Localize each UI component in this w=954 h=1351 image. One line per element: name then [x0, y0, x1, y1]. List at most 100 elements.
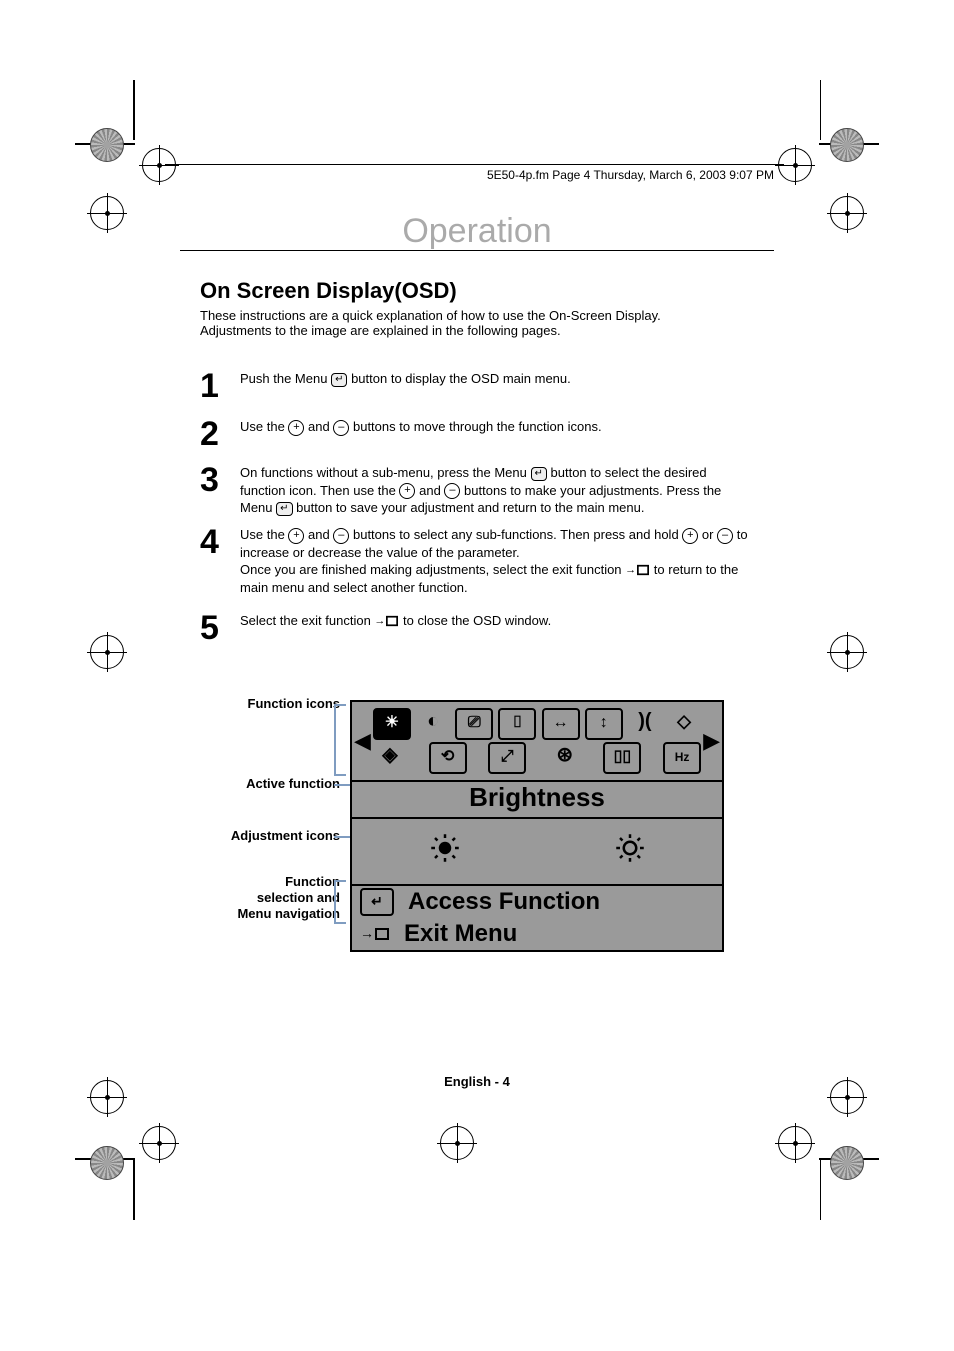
recall-icon: ⊛ [548, 742, 582, 770]
enter-key-icon: ↵ [531, 467, 547, 481]
registration-mark-icon [90, 196, 124, 230]
step-text: Use the [240, 527, 288, 542]
trapezoid-icon: ◇ [667, 708, 701, 736]
minus-button-icon: – [444, 483, 460, 499]
minus-button-icon: – [717, 528, 733, 544]
step-text: and [308, 527, 333, 542]
exit-osd-icon: → [374, 614, 399, 629]
pincushion-icon: )( [628, 708, 662, 736]
right-arrow-icon: ▶ [703, 728, 720, 754]
step-1: 1 Push the Menu ↵ button to display the … [200, 370, 754, 388]
step-number: 5 [200, 606, 219, 652]
section-title: Operation [180, 212, 774, 251]
osd-window: ◀ ☀ ◐ ⎚ ⌷ ↔ ↕ )( ◇ ◈ ⟲ ⤢ ⊛ ▯▯ Hz ▶ [350, 700, 724, 952]
print-circle-icon [830, 1146, 864, 1180]
print-circle-icon [90, 1146, 124, 1180]
page-footer: English - 4 [0, 1074, 954, 1089]
step-text: and [308, 419, 333, 434]
callout-line [334, 784, 350, 786]
step-text: Select the exit function [240, 613, 374, 628]
label-function-icons: Function icons [248, 696, 340, 711]
step-text: Use the [240, 419, 288, 434]
registration-mark-icon [778, 1126, 812, 1160]
osd-active-function: Brightness [352, 782, 722, 819]
step-text: buttons to move through the function ico… [353, 419, 602, 434]
enter-key-icon: ↵ [276, 502, 292, 516]
registration-mark-icon [830, 635, 864, 669]
step-5: 5 Select the exit function → to close th… [200, 612, 754, 630]
step-text: to close the OSD window. [403, 613, 551, 628]
brightness-low-icon [615, 833, 645, 870]
step-number: 2 [200, 412, 219, 458]
left-arrow-icon: ◀ [354, 728, 371, 754]
plus-button-icon: + [399, 483, 415, 499]
step-text: button to display the OSD main menu. [351, 371, 571, 386]
osd-nav-exit: → Exit Menu [352, 918, 722, 950]
doc-header-line: 5E50-4p.fm Page 4 Thursday, March 6, 200… [487, 168, 774, 182]
page-title: On Screen Display(OSD) [200, 278, 457, 304]
plus-button-icon: + [288, 420, 304, 436]
zoom-icon: ⤢ [488, 742, 526, 774]
registration-mark-icon [142, 148, 176, 182]
crop-mark [133, 80, 135, 140]
h-position-icon: ⎚ [455, 708, 493, 740]
h-size-icon: ↔ [542, 708, 580, 740]
enter-key-icon: ↵ [331, 373, 347, 387]
exit-osd-icon: → [360, 922, 390, 946]
step-3: 3 On functions without a sub-menu, press… [200, 464, 754, 517]
step-text: Once you are finished making adjustments… [240, 562, 625, 577]
step-2: 2 Use the + and – buttons to move throug… [200, 418, 754, 436]
exit-osd-icon: → [625, 563, 650, 578]
label-function-nav: selection and [257, 890, 340, 905]
callout-bracket [334, 880, 346, 924]
moire-icon: ▯▯ [603, 742, 641, 774]
registration-mark-icon [778, 148, 812, 182]
enter-key-icon: ↵ [360, 888, 394, 916]
step-text: Push the Menu [240, 371, 331, 386]
registration-mark-icon [830, 196, 864, 230]
header-rule [165, 164, 784, 165]
crop-mark [820, 80, 822, 140]
osd-exit-label: Exit Menu [404, 920, 517, 948]
label-function-nav: Menu navigation [237, 906, 340, 921]
print-circle-icon [830, 128, 864, 162]
label-active-function: Active function [246, 776, 340, 791]
registration-mark-icon [90, 635, 124, 669]
label-function-nav: Function [285, 874, 340, 889]
registration-mark-icon [142, 1126, 176, 1160]
v-position-icon: ⌷ [498, 708, 536, 740]
brightness-high-icon [430, 833, 460, 870]
osd-access-label: Access Function [408, 888, 600, 916]
step-4: 4 Use the + and – buttons to select any … [200, 526, 754, 596]
callout-bracket [334, 704, 346, 776]
intro-text: These instructions are a quick explanati… [200, 308, 720, 338]
step-text: or [702, 527, 717, 542]
minus-button-icon: – [333, 420, 349, 436]
step-text: and [419, 483, 444, 498]
callout-line [334, 836, 350, 838]
rotation-icon: ⟲ [429, 742, 467, 774]
crop-mark [133, 1160, 135, 1220]
v-size-icon: ↕ [585, 708, 623, 740]
osd-adjustment-row [352, 819, 722, 886]
label-adjustment-icons: Adjustment icons [231, 828, 340, 843]
step-number: 4 [200, 520, 219, 566]
parallel-icon: ◈ [373, 742, 407, 770]
title-rule [180, 250, 774, 251]
brightness-icon: ☀ [373, 708, 411, 740]
crop-mark [820, 1160, 822, 1220]
step-text: button to save your adjustment and retur… [296, 500, 644, 515]
frequency-icon: Hz [663, 742, 701, 774]
osd-nav-access: ↵ Access Function [352, 886, 722, 918]
step-text: buttons to select any sub-functions. The… [353, 527, 682, 542]
plus-button-icon: + [288, 528, 304, 544]
contrast-icon: ◐ [416, 708, 450, 736]
step-number: 3 [200, 458, 219, 504]
osd-function-icons-row: ◀ ☀ ◐ ⎚ ⌷ ↔ ↕ )( ◇ ◈ ⟲ ⤢ ⊛ ▯▯ Hz ▶ [352, 702, 722, 782]
step-text: On functions without a sub-menu, press t… [240, 465, 531, 480]
minus-button-icon: – [333, 528, 349, 544]
plus-button-icon: + [682, 528, 698, 544]
registration-mark-icon [440, 1126, 474, 1160]
print-circle-icon [90, 128, 124, 162]
step-number: 1 [200, 364, 219, 410]
